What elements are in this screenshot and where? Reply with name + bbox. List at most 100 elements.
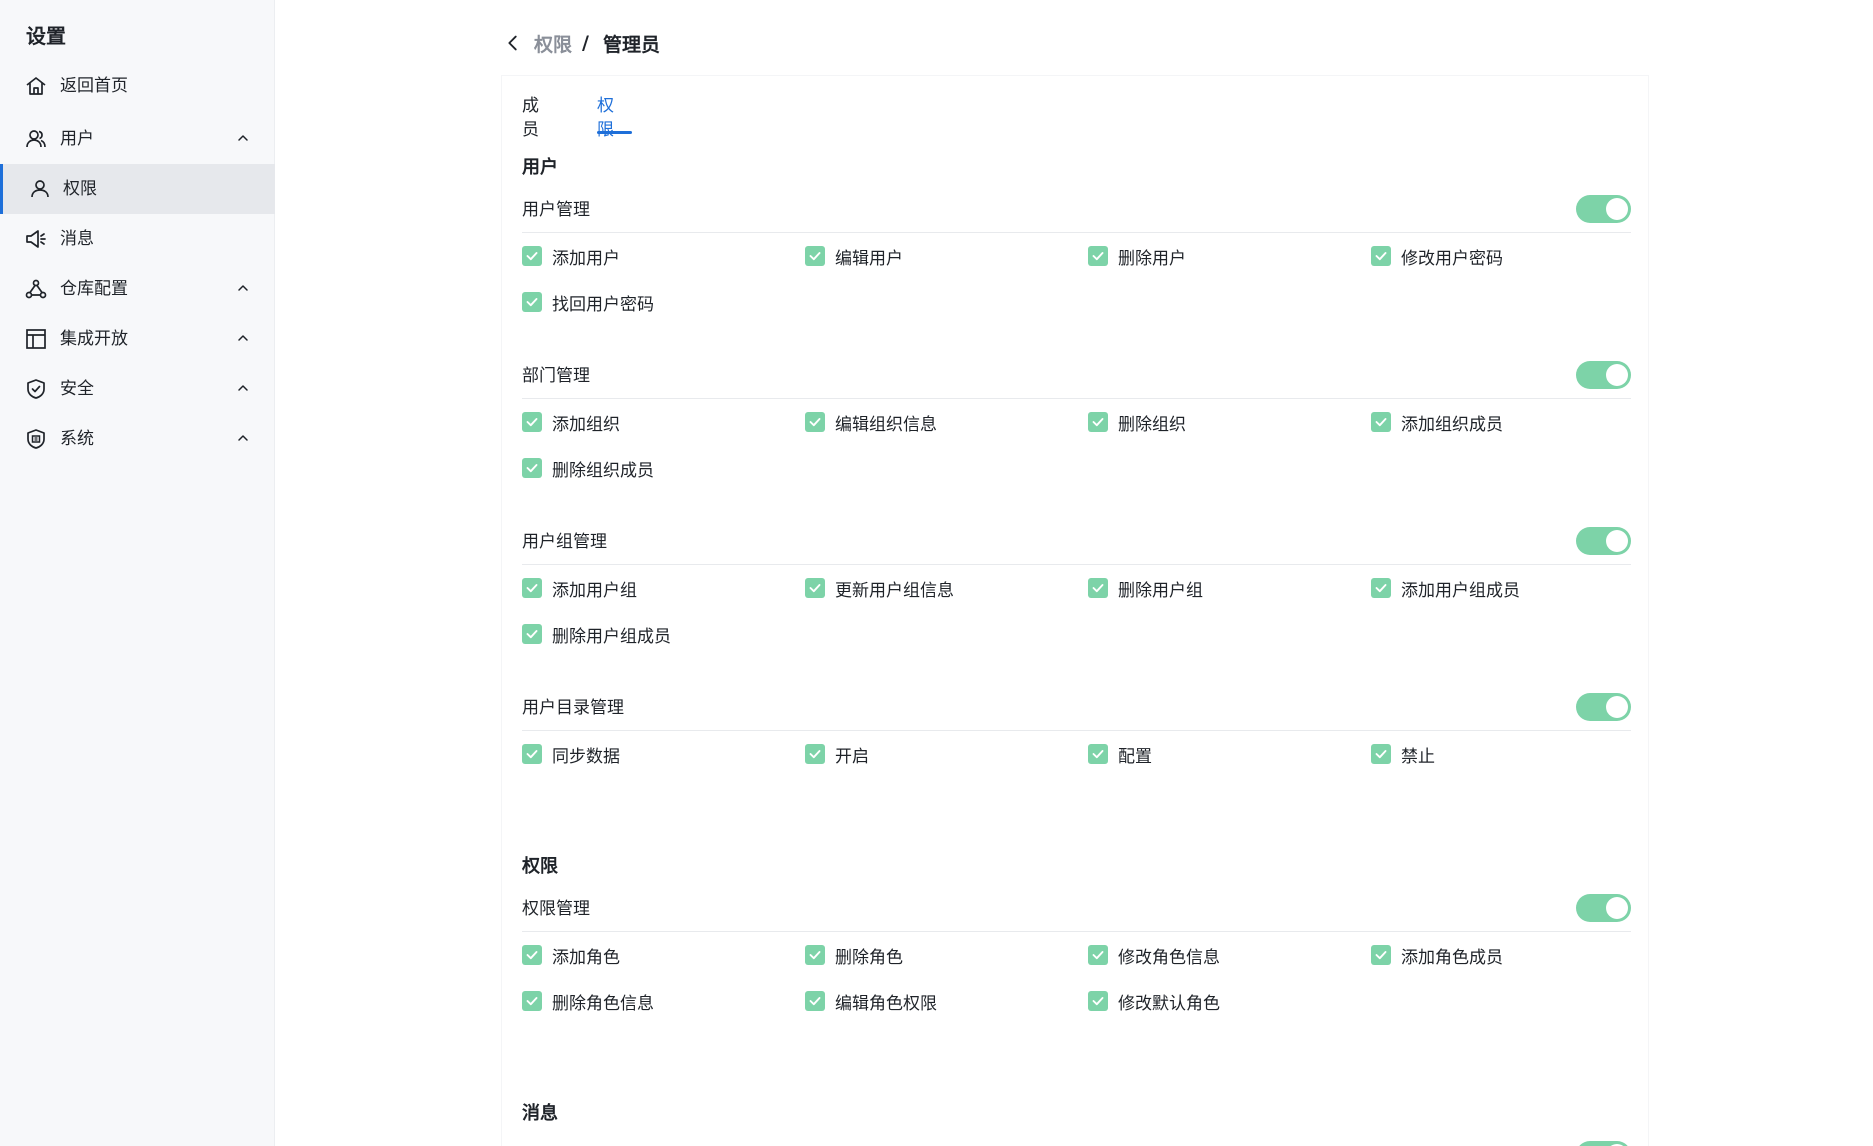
group-toggle-switch[interactable]	[1576, 1141, 1631, 1146]
permission-label: 更新用户组信息	[835, 580, 954, 601]
checkbox-checked-icon[interactable]	[1371, 578, 1391, 598]
checkbox-checked-icon[interactable]	[1371, 945, 1391, 965]
checkbox-checked-icon[interactable]	[1088, 991, 1108, 1011]
sidebar-item-users[interactable]: 用户	[0, 114, 275, 164]
checkbox-checked-icon[interactable]	[522, 624, 542, 644]
home-icon	[26, 77, 46, 95]
breadcrumb: 权限 / 管理员	[502, 28, 660, 58]
permission-label: 添加组织成员	[1401, 414, 1503, 435]
permission-group-header: 用户目录管理	[522, 687, 1631, 731]
permission-group-label: 权限管理	[522, 899, 590, 919]
chevron-up-icon[interactable]	[236, 431, 250, 445]
checkbox-checked-icon[interactable]	[522, 945, 542, 965]
sidebar-item-security[interactable]: 安全	[0, 364, 275, 414]
permission-checkbox-item[interactable]: 更新用户组信息	[805, 575, 954, 601]
tab-members[interactable]: 成员	[522, 94, 539, 142]
checkbox-checked-icon[interactable]	[1088, 578, 1108, 598]
checkbox-checked-icon[interactable]	[805, 246, 825, 266]
permission-checkbox-item[interactable]: 添加角色成员	[1371, 942, 1503, 968]
permission-checkbox-item[interactable]: 删除角色信息	[522, 988, 654, 1014]
sidebar-item-label: 权限	[63, 179, 97, 199]
permission-checkbox-item[interactable]: 配置	[1088, 741, 1152, 767]
group-toggle-switch[interactable]	[1576, 361, 1631, 389]
chevron-up-icon[interactable]	[236, 381, 250, 395]
checkbox-checked-icon[interactable]	[522, 246, 542, 266]
sidebar-item-home[interactable]: 返回首页	[0, 61, 275, 111]
permission-label: 编辑角色权限	[835, 993, 937, 1014]
checkbox-checked-icon[interactable]	[522, 744, 542, 764]
checkbox-checked-icon[interactable]	[805, 578, 825, 598]
toggle-knob	[1606, 696, 1628, 718]
permission-checkbox-item[interactable]: 禁止	[1371, 741, 1435, 767]
permission-checkbox-item[interactable]: 添加角色	[522, 942, 620, 968]
chevron-left-icon[interactable]	[502, 32, 524, 54]
permission-label: 添加组织	[552, 414, 620, 435]
checkbox-checked-icon[interactable]	[1088, 744, 1108, 764]
checkbox-checked-icon[interactable]	[522, 578, 542, 598]
permission-label: 编辑用户	[835, 248, 903, 269]
sidebar-item-label: 安全	[60, 379, 94, 399]
chevron-up-icon[interactable]	[236, 131, 250, 145]
sidebar-item-label: 消息	[60, 229, 94, 249]
permission-checkbox-item[interactable]: 修改默认角色	[1088, 988, 1220, 1014]
permission-checkbox-item[interactable]: 添加用户	[522, 243, 620, 269]
checkbox-checked-icon[interactable]	[805, 945, 825, 965]
permission-group-header: 用户组管理	[522, 521, 1631, 565]
chevron-up-icon[interactable]	[236, 281, 250, 295]
permission-checkbox-item[interactable]: 删除用户组成员	[522, 621, 671, 647]
section-title: 用户	[522, 157, 558, 178]
sidebar-item-repository[interactable]: 仓库配置	[0, 264, 275, 314]
section-title: 消息	[522, 1103, 558, 1124]
checkbox-checked-icon[interactable]	[1088, 945, 1108, 965]
group-toggle-switch[interactable]	[1576, 693, 1631, 721]
checkbox-checked-icon[interactable]	[805, 744, 825, 764]
checkbox-checked-icon[interactable]	[522, 991, 542, 1011]
checkbox-checked-icon[interactable]	[522, 412, 542, 432]
checkbox-checked-icon[interactable]	[1088, 412, 1108, 432]
active-tab-indicator	[597, 131, 632, 134]
permission-checkbox-item[interactable]: 添加用户组	[522, 575, 637, 601]
permission-checkbox-item[interactable]: 修改用户密码	[1371, 243, 1503, 269]
checkbox-checked-icon[interactable]	[1371, 246, 1391, 266]
permission-checkbox-item[interactable]: 修改角色信息	[1088, 942, 1220, 968]
breadcrumb-parent[interactable]: 权限	[534, 30, 572, 57]
checkbox-checked-icon[interactable]	[1088, 246, 1108, 266]
checkbox-checked-icon[interactable]	[1371, 744, 1391, 764]
user-icon	[31, 180, 49, 198]
checkbox-checked-icon[interactable]	[1371, 412, 1391, 432]
permission-group-label: 部门管理	[522, 366, 590, 386]
toggle-knob	[1606, 530, 1628, 552]
permission-checkbox-item[interactable]: 删除用户	[1088, 243, 1186, 269]
tab-permissions[interactable]: 权限	[597, 94, 614, 142]
sidebar-item-permissions[interactable]: 权限	[0, 164, 275, 214]
permission-checkbox-item[interactable]: 找回用户密码	[522, 289, 654, 315]
chevron-up-icon[interactable]	[236, 331, 250, 345]
permission-checkbox-item[interactable]: 删除组织成员	[522, 455, 654, 481]
checkbox-checked-icon[interactable]	[805, 412, 825, 432]
permission-label: 禁止	[1401, 746, 1435, 767]
megaphone-icon	[26, 230, 46, 248]
permission-label: 同步数据	[552, 746, 620, 767]
permission-checkbox-item[interactable]: 添加组织	[522, 409, 620, 435]
permission-checkbox-item[interactable]: 添加组织成员	[1371, 409, 1503, 435]
sidebar-item-system[interactable]: 系统	[0, 414, 275, 464]
permission-checkbox-item[interactable]: 添加用户组成员	[1371, 575, 1520, 601]
permission-checkbox-item[interactable]: 删除组织	[1088, 409, 1186, 435]
permission-checkbox-item[interactable]: 删除角色	[805, 942, 903, 968]
sidebar-item-integration[interactable]: 集成开放	[0, 314, 275, 364]
sidebar-item-messages[interactable]: 消息	[0, 214, 275, 264]
permission-checkbox-item[interactable]: 编辑组织信息	[805, 409, 937, 435]
group-toggle-switch[interactable]	[1576, 195, 1631, 223]
permission-checkbox-item[interactable]: 同步数据	[522, 741, 620, 767]
checkbox-checked-icon[interactable]	[522, 292, 542, 312]
group-toggle-switch[interactable]	[1576, 894, 1631, 922]
permission-checkbox-item[interactable]: 编辑角色权限	[805, 988, 937, 1014]
permission-group-header: 消息管理	[522, 1135, 1631, 1146]
checkbox-checked-icon[interactable]	[522, 458, 542, 478]
permission-checkbox-item[interactable]: 编辑用户	[805, 243, 903, 269]
permission-label: 删除角色信息	[552, 993, 654, 1014]
permission-checkbox-item[interactable]: 开启	[805, 741, 869, 767]
group-toggle-switch[interactable]	[1576, 527, 1631, 555]
checkbox-checked-icon[interactable]	[805, 991, 825, 1011]
permission-checkbox-item[interactable]: 删除用户组	[1088, 575, 1203, 601]
